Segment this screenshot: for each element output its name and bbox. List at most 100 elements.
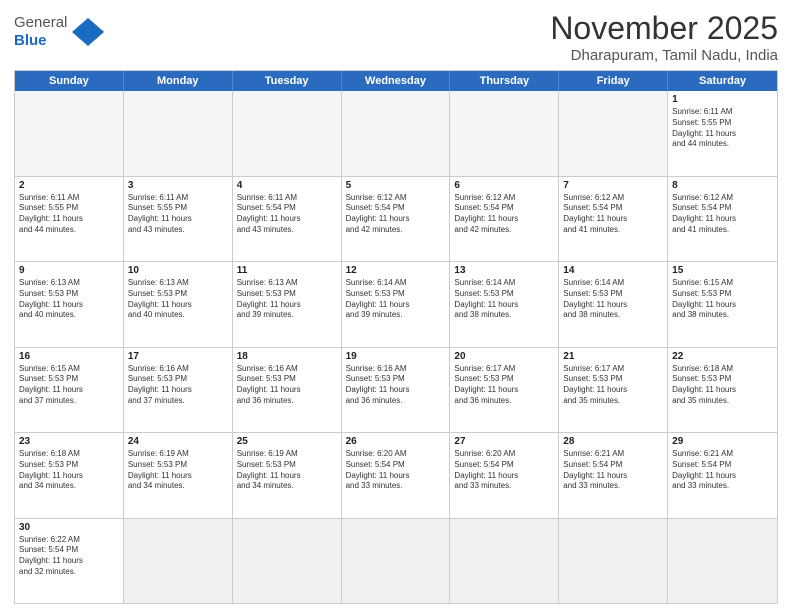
day-info: Sunrise: 6:13 AM Sunset: 5:53 PM Dayligh… — [128, 278, 228, 321]
calendar-row: 9Sunrise: 6:13 AM Sunset: 5:53 PM Daylig… — [15, 261, 777, 347]
day-info: Sunrise: 6:12 AM Sunset: 5:54 PM Dayligh… — [563, 193, 663, 236]
day-cell: 23 Sunrise: 6:18 AM Sunset: 5:53 PM Dayli… — [15, 433, 124, 518]
day-info: Sunrise: 6:17 AM Sunset: 5:53 PM Dayligh… — [563, 364, 663, 407]
logo-general: General — [14, 14, 67, 32]
day-cell: 25 Sunrise: 6:19 AM Sunset: 5:53 PM Dayli… — [233, 433, 342, 518]
day-cell: 7 Sunrise: 6:12 AM Sunset: 5:54 PM Daylig… — [559, 177, 668, 262]
day-number: 12 — [346, 265, 446, 276]
logo-icon — [70, 14, 106, 50]
day-cell: 6Sunrise: 6:12 AM Sunset: 5:54 PM Daylig… — [450, 177, 559, 262]
day-cell: 20 Sunrise: 6:17 AM Sunset: 5:53 PM Dayli… — [450, 348, 559, 433]
weekday-header: Friday — [559, 71, 668, 91]
calendar-row: 23 Sunrise: 6:18 AM Sunset: 5:53 PM Dayli… — [15, 432, 777, 518]
logo: General Blue — [14, 14, 106, 50]
day-info: Sunrise: 6:21 AM Sunset: 5:54 PM Dayligh… — [672, 449, 773, 492]
day-cell: 19Sunrise: 6:16 AM Sunset: 5:53 PM Dayli… — [342, 348, 451, 433]
day-info: Sunrise: 6:20 AM Sunset: 5:54 PM Dayligh… — [454, 449, 554, 492]
day-number: 23 — [19, 436, 119, 447]
calendar-body: 1Sunrise: 6:11 AM Sunset: 5:55 PM Daylig… — [15, 91, 777, 603]
day-number: 3 — [128, 180, 228, 191]
weekday-header: Thursday — [450, 71, 559, 91]
day-cell: 3Sunrise: 6:11 AM Sunset: 5:55 PM Daylig… — [124, 177, 233, 262]
empty-cell — [342, 91, 451, 176]
day-info: Sunrise: 6:22 AM Sunset: 5:54 PM Dayligh… — [19, 535, 119, 578]
day-number: 25 — [237, 436, 337, 447]
page: General Blue November 2025 Dharapuram, T… — [0, 0, 792, 612]
day-number: 11 — [237, 265, 337, 276]
day-info: Sunrise: 6:16 AM Sunset: 5:53 PM Dayligh… — [346, 364, 446, 407]
day-info: Sunrise: 6:18 AM Sunset: 5:53 PM Dayligh… — [672, 364, 773, 407]
day-info: Sunrise: 6:20 AM Sunset: 5:54 PM Dayligh… — [346, 449, 446, 492]
day-cell: 30Sunrise: 6:22 AM Sunset: 5:54 PM Dayli… — [15, 519, 124, 604]
day-number: 6 — [454, 180, 554, 191]
day-number: 26 — [346, 436, 446, 447]
day-info: Sunrise: 6:11 AM Sunset: 5:55 PM Dayligh… — [672, 107, 773, 150]
day-info: Sunrise: 6:19 AM Sunset: 5:53 PM Dayligh… — [128, 449, 228, 492]
day-info: Sunrise: 6:15 AM Sunset: 5:53 PM Dayligh… — [19, 364, 119, 407]
weekday-header: Tuesday — [233, 71, 342, 91]
day-number: 20 — [454, 351, 554, 362]
day-info: Sunrise: 6:13 AM Sunset: 5:53 PM Dayligh… — [19, 278, 119, 321]
day-number: 4 — [237, 180, 337, 191]
day-info: Sunrise: 6:16 AM Sunset: 5:53 PM Dayligh… — [237, 364, 337, 407]
day-info: Sunrise: 6:15 AM Sunset: 5:53 PM Dayligh… — [672, 278, 773, 321]
day-cell: 27 Sunrise: 6:20 AM Sunset: 5:54 PM Dayli… — [450, 433, 559, 518]
day-number: 29 — [672, 436, 773, 447]
calendar-row: 2 Sunrise: 6:11 AM Sunset: 5:55 PM Daylig… — [15, 176, 777, 262]
empty-cell — [450, 91, 559, 176]
day-cell: 4 Sunrise: 6:11 AM Sunset: 5:54 PM Daylig… — [233, 177, 342, 262]
location: Dharapuram, Tamil Nadu, India — [550, 47, 778, 64]
empty-cell — [559, 519, 668, 604]
day-number: 22 — [672, 351, 773, 362]
day-number: 24 — [128, 436, 228, 447]
empty-cell — [124, 519, 233, 604]
empty-cell — [559, 91, 668, 176]
day-cell: 13Sunrise: 6:14 AM Sunset: 5:53 PM Dayli… — [450, 262, 559, 347]
empty-cell — [342, 519, 451, 604]
day-info: Sunrise: 6:12 AM Sunset: 5:54 PM Dayligh… — [346, 193, 446, 236]
day-number: 14 — [563, 265, 663, 276]
day-cell: 14 Sunrise: 6:14 AM Sunset: 5:53 PM Dayli… — [559, 262, 668, 347]
weekday-header: Wednesday — [342, 71, 451, 91]
day-info: Sunrise: 6:19 AM Sunset: 5:53 PM Dayligh… — [237, 449, 337, 492]
day-info: Sunrise: 6:12 AM Sunset: 5:54 PM Dayligh… — [672, 193, 773, 236]
day-info: Sunrise: 6:14 AM Sunset: 5:53 PM Dayligh… — [346, 278, 446, 321]
weekday-header: Monday — [124, 71, 233, 91]
day-number: 2 — [19, 180, 119, 191]
calendar-row: 1Sunrise: 6:11 AM Sunset: 5:55 PM Daylig… — [15, 91, 777, 176]
empty-cell — [233, 91, 342, 176]
calendar-row: 30Sunrise: 6:22 AM Sunset: 5:54 PM Dayli… — [15, 518, 777, 604]
day-number: 27 — [454, 436, 554, 447]
empty-cell — [668, 519, 777, 604]
calendar-row: 16 Sunrise: 6:15 AM Sunset: 5:53 PM Dayli… — [15, 347, 777, 433]
day-cell: 18Sunrise: 6:16 AM Sunset: 5:53 PM Dayli… — [233, 348, 342, 433]
day-cell: 29 Sunrise: 6:21 AM Sunset: 5:54 PM Dayli… — [668, 433, 777, 518]
day-cell: 5Sunrise: 6:12 AM Sunset: 5:54 PM Daylig… — [342, 177, 451, 262]
calendar: SundayMondayTuesdayWednesdayThursdayFrid… — [14, 70, 778, 604]
day-cell: 8Sunrise: 6:12 AM Sunset: 5:54 PM Daylig… — [668, 177, 777, 262]
day-info: Sunrise: 6:18 AM Sunset: 5:53 PM Dayligh… — [19, 449, 119, 492]
day-cell: 1Sunrise: 6:11 AM Sunset: 5:55 PM Daylig… — [668, 91, 777, 176]
day-number: 15 — [672, 265, 773, 276]
day-cell: 2 Sunrise: 6:11 AM Sunset: 5:55 PM Daylig… — [15, 177, 124, 262]
day-cell: 22 Sunrise: 6:18 AM Sunset: 5:53 PM Dayli… — [668, 348, 777, 433]
day-number: 17 — [128, 351, 228, 362]
day-number: 7 — [563, 180, 663, 191]
day-info: Sunrise: 6:13 AM Sunset: 5:53 PM Dayligh… — [237, 278, 337, 321]
empty-cell — [450, 519, 559, 604]
day-info: Sunrise: 6:14 AM Sunset: 5:53 PM Dayligh… — [563, 278, 663, 321]
day-cell: 10 Sunrise: 6:13 AM Sunset: 5:53 PM Dayli… — [124, 262, 233, 347]
empty-cell — [124, 91, 233, 176]
empty-cell — [233, 519, 342, 604]
day-number: 16 — [19, 351, 119, 362]
calendar-header: SundayMondayTuesdayWednesdayThursdayFrid… — [15, 71, 777, 91]
day-number: 28 — [563, 436, 663, 447]
day-info: Sunrise: 6:11 AM Sunset: 5:54 PM Dayligh… — [237, 193, 337, 236]
day-cell: 15 Sunrise: 6:15 AM Sunset: 5:53 PM Dayli… — [668, 262, 777, 347]
day-info: Sunrise: 6:11 AM Sunset: 5:55 PM Dayligh… — [19, 193, 119, 236]
day-cell: 11 Sunrise: 6:13 AM Sunset: 5:53 PM Dayli… — [233, 262, 342, 347]
day-number: 10 — [128, 265, 228, 276]
day-cell: 9Sunrise: 6:13 AM Sunset: 5:53 PM Daylig… — [15, 262, 124, 347]
header: General Blue November 2025 Dharapuram, T… — [14, 10, 778, 64]
day-info: Sunrise: 6:17 AM Sunset: 5:53 PM Dayligh… — [454, 364, 554, 407]
